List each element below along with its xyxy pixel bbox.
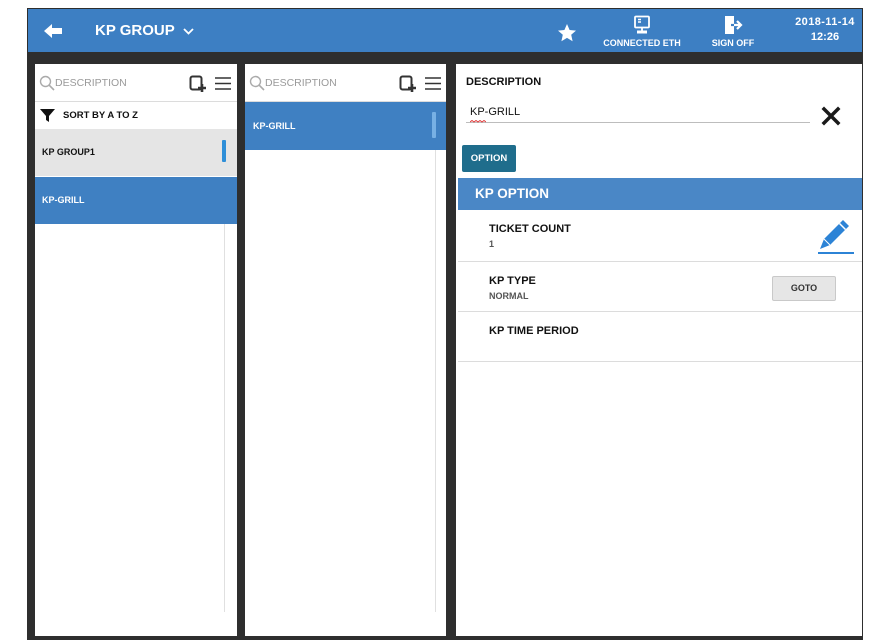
sort-button[interactable]: SORT BY A TO Z: [35, 102, 237, 129]
field-value: NORMAL: [489, 291, 529, 301]
menu-icon[interactable]: [424, 76, 442, 91]
clock: 2018-11-14 12:26: [790, 16, 860, 44]
groups-search-bar: [35, 64, 237, 102]
detail-panel: DESCRIPTION OPTION KP OPTION TICKET COUN…: [456, 64, 862, 636]
scrollbar-thumb[interactable]: [432, 112, 436, 138]
funnel-icon: [40, 109, 55, 122]
field-row-ticket-count[interactable]: TICKET COUNT 1: [458, 210, 862, 262]
sort-label: SORT BY A TO Z: [63, 110, 138, 121]
star-icon: [558, 24, 576, 42]
arrow-left-icon: [44, 24, 62, 38]
screen-title: KP GROUP: [95, 22, 175, 39]
spellcheck-underline: [470, 120, 486, 123]
close-icon[interactable]: [821, 106, 841, 126]
field-label: KP TIME PERIOD: [489, 325, 579, 337]
screen-title-dropdown[interactable]: KP GROUP: [95, 20, 194, 42]
members-panel: KP-GRILL: [245, 64, 446, 636]
list-item[interactable]: KP-GRILL: [35, 177, 237, 224]
list-item-label: KP-GRILL: [253, 121, 296, 131]
app-frame: KP GROUP CONNECTED ETH SIGN OFF 2018-11-…: [27, 8, 863, 640]
members-list: KP-GRILL: [245, 102, 446, 150]
members-search-bar: [245, 64, 446, 102]
add-page-icon[interactable]: [189, 75, 207, 93]
groups-search-input[interactable]: [55, 73, 183, 93]
list-item-label: KP-GRILL: [42, 195, 85, 205]
add-page-icon[interactable]: [399, 75, 417, 93]
favorite-button[interactable]: [557, 23, 577, 43]
scrollbar-track[interactable]: [224, 224, 225, 612]
pencil-icon[interactable]: [815, 214, 855, 256]
description-label: DESCRIPTION: [466, 76, 542, 88]
back-button[interactable]: [42, 23, 64, 39]
sign-off-icon: [725, 16, 743, 34]
field-label: TICKET COUNT: [489, 223, 571, 235]
list-item[interactable]: KP GROUP1: [35, 129, 237, 176]
chevron-down-icon: [183, 27, 194, 35]
sign-off-button[interactable]: SIGN OFF: [703, 15, 763, 48]
section-title: KP OPTION: [475, 186, 550, 201]
connection-label: CONNECTED ETH: [603, 38, 681, 48]
sign-off-label: SIGN OFF: [711, 38, 755, 48]
ethernet-icon: [634, 15, 650, 34]
field-row-kp-type: KP TYPE NORMAL GOTO: [458, 262, 862, 312]
option-tab[interactable]: OPTION: [462, 145, 516, 172]
field-value: 1: [489, 239, 495, 249]
field-label: KP TYPE: [489, 275, 536, 287]
clock-time: 12:26: [810, 31, 840, 43]
list-item-label: KP GROUP1: [42, 147, 95, 157]
clock-date: 2018-11-14: [795, 16, 855, 28]
field-row-kp-time-period[interactable]: KP TIME PERIOD: [458, 312, 862, 362]
top-bar: KP GROUP CONNECTED ETH SIGN OFF 2018-11-…: [28, 9, 862, 52]
description-input[interactable]: [466, 102, 810, 123]
groups-panel: SORT BY A TO Z KP GROUP1 KP-GRILL: [35, 64, 237, 636]
menu-icon[interactable]: [214, 76, 232, 91]
search-icon: [39, 75, 55, 91]
groups-list: KP GROUP1 KP-GRILL: [35, 129, 237, 224]
connection-status[interactable]: CONNECTED ETH: [597, 15, 687, 48]
scrollbar-track[interactable]: [435, 150, 436, 612]
goto-button[interactable]: GOTO: [772, 276, 836, 301]
scrollbar-thumb[interactable]: [222, 140, 226, 162]
section-header: KP OPTION: [458, 178, 862, 210]
search-icon: [249, 75, 265, 91]
list-item[interactable]: KP-GRILL: [245, 102, 446, 150]
members-search-input[interactable]: [265, 73, 393, 93]
